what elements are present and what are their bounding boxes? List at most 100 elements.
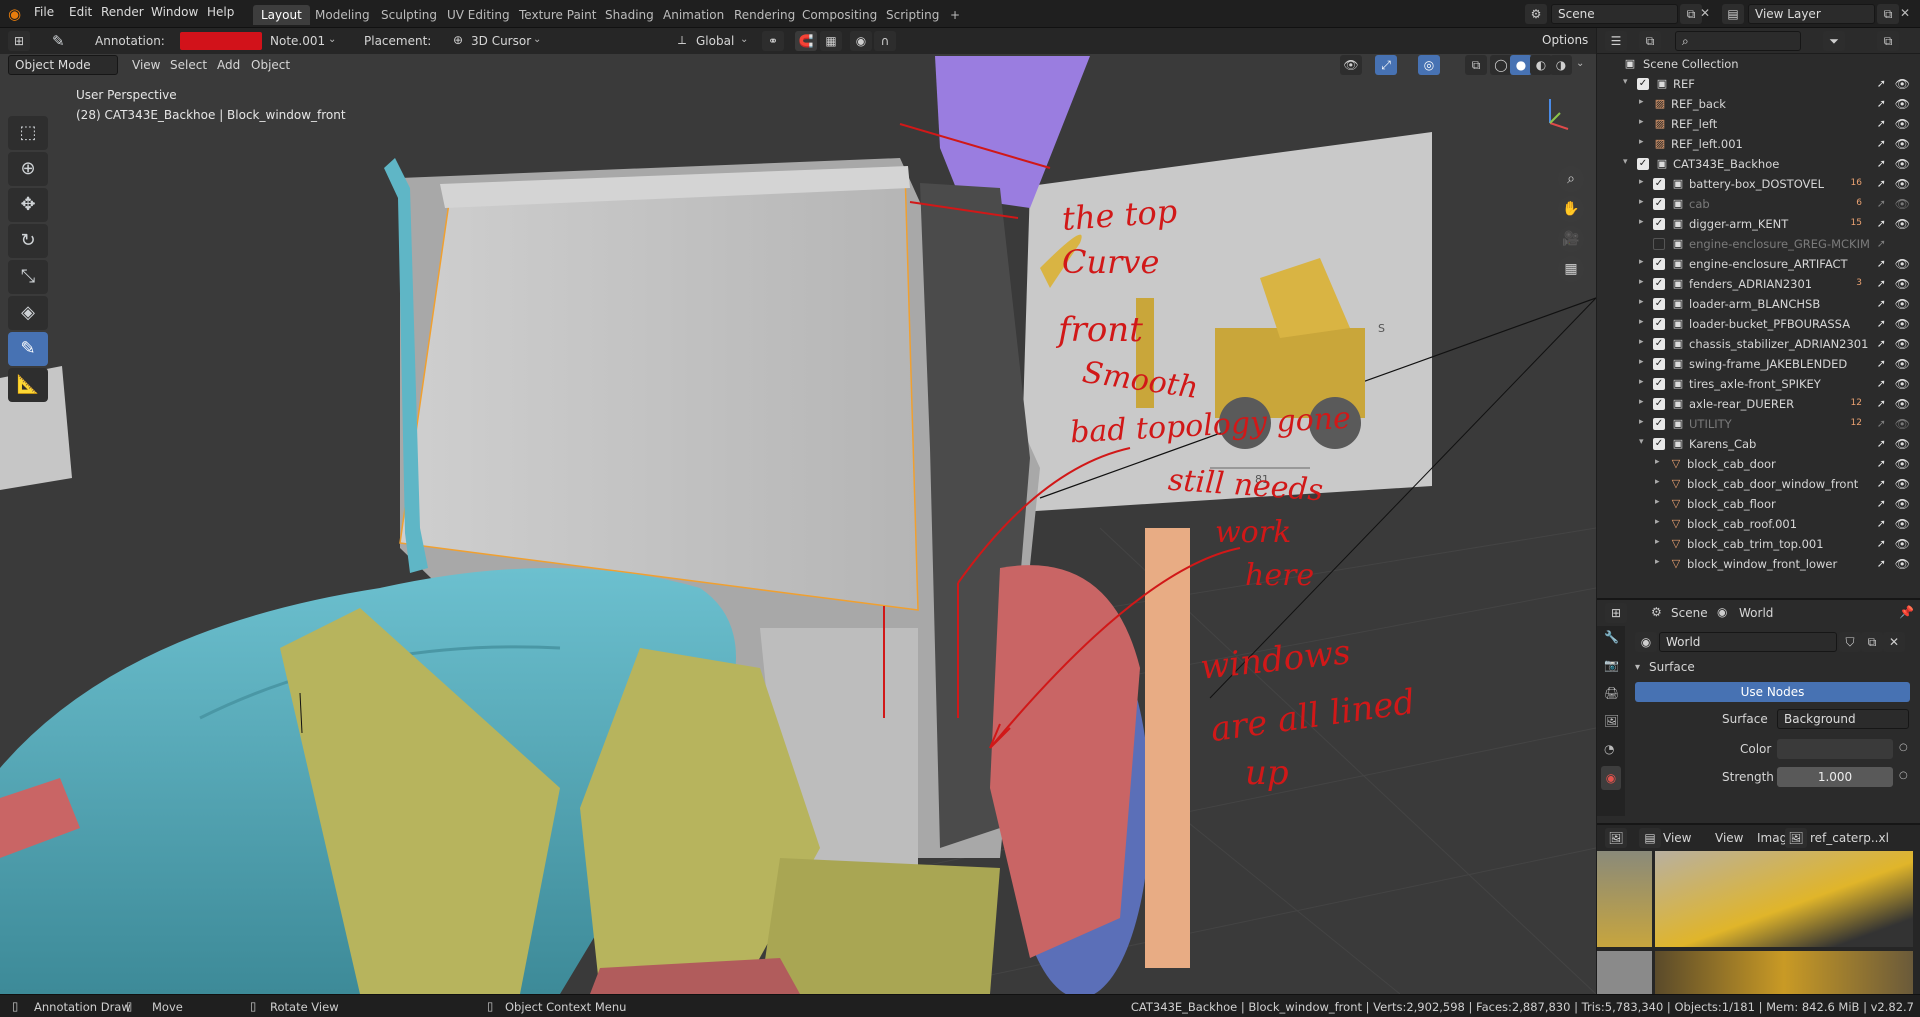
image-view-menu[interactable]: View [1715, 831, 1743, 845]
selectable-arrow-icon[interactable]: ➚ [1877, 97, 1886, 110]
expand-caret-icon[interactable]: ▸ [1655, 537, 1660, 547]
visibility-eye-icon[interactable]: 👁 [1895, 377, 1910, 391]
expand-caret-icon[interactable]: ▸ [1639, 117, 1644, 127]
menu-file[interactable]: File [34, 5, 54, 19]
output-tab-icon[interactable]: 🖨 [1604, 686, 1619, 700]
fender[interactable] [990, 565, 1140, 958]
menu-view[interactable]: View [132, 58, 160, 72]
image-mode-icon[interactable]: ▤ [1639, 828, 1661, 848]
image-editor-icon[interactable]: 🖼 [1605, 828, 1627, 848]
surface-section-title[interactable]: Surface [1649, 660, 1695, 674]
ref-thumbnail-2[interactable] [1655, 851, 1913, 947]
expand-caret-icon[interactable]: ▸ [1639, 277, 1644, 287]
outliner-row[interactable]: ▸ ▽ block_cab_door ➚ 👁 [1597, 454, 1920, 474]
filter-icon[interactable]: ⏷ [1823, 31, 1845, 51]
world-name-field[interactable]: World [1659, 632, 1837, 652]
tab-compositing[interactable]: Compositing [794, 5, 885, 25]
exclude-checkbox[interactable]: ✓ [1653, 418, 1665, 430]
surface-shader-field[interactable]: Background [1777, 709, 1909, 729]
visibility-eye-icon[interactable]: 👁 [1895, 437, 1910, 451]
menu-help[interactable]: Help [207, 5, 234, 19]
orientation-field[interactable]: Global [696, 34, 734, 48]
selectable-arrow-icon[interactable]: ➚ [1877, 197, 1886, 210]
selectable-arrow-icon[interactable]: ➚ [1877, 117, 1886, 130]
cursor-icon[interactable]: ⊕ [8, 152, 48, 186]
xray-icon[interactable]: ⧉ [1465, 55, 1487, 75]
color-link-icon[interactable]: ○ [1899, 742, 1908, 753]
ref-thumbnail-3[interactable] [1597, 951, 1652, 996]
breadcrumb-scene[interactable]: Scene [1671, 606, 1708, 620]
chassis-front[interactable] [760, 858, 1000, 994]
outliner-editor-icon[interactable]: ☰ [1605, 31, 1627, 51]
visibility-eye-icon[interactable]: 👁 [1895, 497, 1910, 511]
rotate-icon[interactable]: ↻ [8, 224, 48, 258]
selectable-arrow-icon[interactable]: ➚ [1877, 397, 1886, 410]
expand-caret-icon[interactable]: ▸ [1639, 337, 1644, 347]
visibility-icon[interactable]: 👁 [1340, 55, 1362, 75]
tab-modeling[interactable]: Modeling [307, 5, 378, 25]
duplicate-world-icon[interactable]: ⧉ [1861, 632, 1883, 652]
orientation-dropdown-icon[interactable]: ⌄ [740, 34, 748, 45]
outliner-row[interactable]: ▸ ✓ ▣ loader-arm_BLANCHSB ➚ 👁 [1597, 294, 1920, 314]
tab-scripting[interactable]: Scripting [878, 5, 947, 25]
selectable-arrow-icon[interactable]: ➚ [1877, 237, 1886, 250]
world-tab-icon[interactable]: ◉ [1601, 766, 1621, 790]
exclude-checkbox[interactable]: ✓ [1653, 198, 1665, 210]
snap-target-icon[interactable]: ▦ [820, 31, 842, 51]
selectable-arrow-icon[interactable]: ➚ [1877, 477, 1886, 490]
unlink-world-icon[interactable]: ✕ [1883, 632, 1905, 652]
outliner-row[interactable]: ▸ ▽ block_window_front_lower ➚ 👁 [1597, 554, 1920, 574]
properties-editor-icon[interactable]: ⊞ [1605, 603, 1627, 623]
expand-caret-icon[interactable]: ▾ [1623, 77, 1628, 87]
outliner-row[interactable]: ▸ ✓ ▣ engine-enclosure_ARTIFACT ➚ 👁 [1597, 254, 1920, 274]
exclude-checkbox[interactable]: ✓ [1653, 398, 1665, 410]
outliner-row[interactable]: ▸ ▨ REF_left ➚ 👁 [1597, 114, 1920, 134]
new-view-layer-icon[interactable]: ⧉ [1877, 4, 1899, 24]
selectable-arrow-icon[interactable]: ➚ [1877, 77, 1886, 90]
exclude-checkbox[interactable]: ✓ [1637, 78, 1649, 90]
strength-link-icon[interactable]: ○ [1899, 770, 1908, 781]
expand-caret-icon[interactable]: ▸ [1639, 177, 1644, 187]
selectable-arrow-icon[interactable]: ➚ [1877, 357, 1886, 370]
tab-animation[interactable]: Animation [655, 5, 732, 25]
shading-dropdown-icon[interactable]: ⌄ [1576, 58, 1584, 69]
scene-selector-icon[interactable]: ⚙ [1525, 4, 1547, 24]
visibility-eye-icon[interactable]: 👁 [1895, 537, 1910, 551]
select-box-icon[interactable]: ⬚ [8, 116, 48, 150]
breadcrumb-world[interactable]: World [1739, 606, 1773, 620]
visibility-eye-icon[interactable]: 👁 [1895, 157, 1910, 171]
snap-icon[interactable]: 🧲 [795, 31, 817, 51]
image-name-field[interactable]: ref_caterp..xl [1810, 831, 1889, 845]
expand-caret-icon[interactable]: ▸ [1655, 477, 1660, 487]
selectable-arrow-icon[interactable]: ➚ [1877, 337, 1886, 350]
exclude-checkbox[interactable]: ✓ [1653, 178, 1665, 190]
expand-caret-icon[interactable]: ▸ [1639, 377, 1644, 387]
measure-icon[interactable]: 📐 [8, 368, 48, 402]
outliner-search-input[interactable]: ⌕ [1675, 31, 1801, 51]
menu-render[interactable]: Render [101, 5, 144, 19]
axis-gizmo[interactable] [1530, 93, 1580, 143]
surface-collapse-icon[interactable]: ▾ [1635, 662, 1640, 673]
solid-shading-icon[interactable]: ● [1510, 55, 1532, 75]
annotate-tool-icon[interactable]: ✎ [52, 32, 65, 50]
expand-caret-icon[interactable]: ▸ [1655, 557, 1660, 567]
render-tab-icon[interactable]: 📷 [1604, 658, 1619, 672]
tab-rendering[interactable]: Rendering [726, 5, 803, 25]
visibility-eye-icon[interactable]: 👁 [1895, 397, 1910, 411]
ref-thumbnail-4[interactable] [1655, 951, 1913, 996]
fake-user-icon[interactable]: ⛉ [1839, 632, 1861, 652]
move-icon[interactable]: ✥ [8, 188, 48, 222]
selectable-arrow-icon[interactable]: ➚ [1877, 177, 1886, 190]
exclude-checkbox[interactable]: ✓ [1653, 218, 1665, 230]
exclude-checkbox[interactable]: ✓ [1653, 378, 1665, 390]
expand-caret-icon[interactable]: ▸ [1639, 397, 1644, 407]
expand-caret-icon[interactable]: ▸ [1639, 217, 1644, 227]
outliner-row[interactable]: ▾ ✓ ▣ CAT343E_Backhoe ➚ 👁 [1597, 154, 1920, 174]
block-window-front[interactable] [400, 171, 918, 610]
expand-caret-icon[interactable]: ▸ [1655, 457, 1660, 467]
remove-view-layer-icon[interactable]: ✕ [1900, 6, 1910, 20]
options-button[interactable]: Options [1536, 31, 1592, 51]
outliner-row[interactable]: ▾ ✓ ▣ REF ➚ 👁 [1597, 74, 1920, 94]
tool-tab-icon[interactable]: 🔧 [1604, 630, 1619, 644]
view-layer-icon[interactable]: ▤ [1722, 4, 1744, 24]
